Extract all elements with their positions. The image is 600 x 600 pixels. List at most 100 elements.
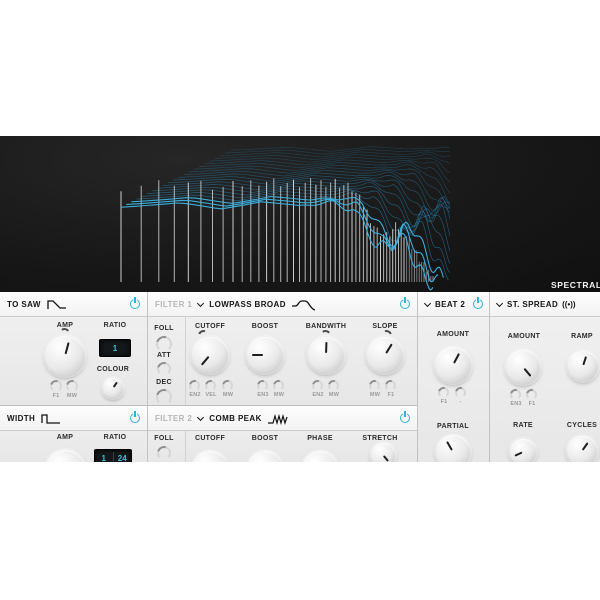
filter1-type-selector[interactable]: LOWPASS BROAD: [209, 300, 286, 309]
filter1-header: FILTER 1 LOWPASS BROAD: [148, 292, 417, 317]
saw-wave-icon: [46, 298, 68, 311]
foll-label: FOLL: [148, 325, 180, 332]
to-saw-title: TO SAW: [7, 300, 41, 309]
beat2-selector[interactable]: BEAT 2: [435, 300, 465, 309]
mod-knob[interactable]: [312, 380, 323, 391]
cycles-label: CYCLES: [557, 422, 600, 429]
mod-label: F1: [524, 401, 540, 407]
bandwith-knob[interactable]: [308, 337, 344, 373]
power-icon[interactable]: [130, 299, 140, 309]
power-icon[interactable]: [400, 413, 410, 423]
panel-filter2: FILTER 2 COMB PEAK FOLL CUTOFF BOOST PHA…: [148, 405, 418, 462]
mod-label: F1: [48, 393, 64, 399]
mod-knob[interactable]: [510, 389, 521, 400]
mod-knob[interactable]: [222, 380, 233, 391]
ratio-label: RATIO: [90, 322, 140, 329]
filter2-kind-label: FILTER 2: [155, 414, 192, 423]
top-rack: GLIDE AUTO RANDOM SPECTRAL CLIP F SAFE B…: [0, 136, 600, 292]
amp-knob[interactable]: [45, 336, 85, 376]
power-icon[interactable]: [130, 413, 140, 423]
mod-knob-f1[interactable]: [50, 380, 62, 392]
amount-label: AMOUNT: [499, 333, 549, 340]
width-title: WIDTH: [7, 414, 35, 423]
boost-knob[interactable]: [247, 451, 283, 462]
st-spread-selector[interactable]: ST. SPREAD: [507, 300, 558, 309]
mod-label: -: [455, 399, 466, 405]
partial-knob[interactable]: [436, 435, 470, 462]
ramp-label: RAMP: [557, 333, 600, 340]
stereo-spread-icon: ((•)): [562, 300, 575, 309]
amount-knob[interactable]: [435, 347, 471, 383]
power-icon[interactable]: [473, 299, 483, 309]
mod-label: MW: [217, 392, 239, 398]
spectral-visualizer: [105, 142, 450, 292]
foll-knob[interactable]: [156, 336, 172, 352]
amount-label: AMOUNT: [428, 331, 478, 338]
ratio-display[interactable]: 1 24: [94, 449, 132, 462]
mod-knob-mw[interactable]: [66, 380, 78, 392]
mod-knob[interactable]: [257, 380, 268, 391]
mod-knob[interactable]: [455, 387, 466, 398]
rate-label: RATE: [498, 422, 548, 429]
ratio-value-left: 1: [95, 454, 113, 463]
foll-knob[interactable]: [157, 446, 171, 460]
phase-label: PHASE: [296, 435, 344, 442]
plugin-window: GLIDE AUTO RANDOM SPECTRAL CLIP F SAFE B…: [0, 0, 600, 600]
dec-label: DEC: [148, 379, 180, 386]
boost-knob[interactable]: [247, 337, 283, 373]
comb-curve-icon: [267, 412, 293, 425]
filter2-header: FILTER 2 COMB PEAK: [148, 406, 417, 431]
mod-label: MW: [268, 392, 290, 398]
mod-knob[interactable]: [273, 380, 284, 391]
cutoff-label: CUTOFF: [186, 323, 234, 330]
cutoff-knob[interactable]: [192, 451, 228, 462]
rate-knob[interactable]: [510, 439, 536, 462]
mod-knob[interactable]: [438, 387, 449, 398]
phase-knob[interactable]: [302, 451, 338, 462]
chevron-down-icon[interactable]: [197, 415, 204, 422]
mod-knob[interactable]: [205, 380, 216, 391]
panel-st-spread: ST. SPREAD ((•)) AMOUNT RAMP EN3 F1 RATE…: [490, 292, 600, 462]
colour-label: COLOUR: [88, 366, 138, 373]
filter1-kind-label: FILTER 1: [155, 300, 192, 309]
stretch-knob[interactable]: [371, 443, 395, 462]
bandwith-label: BANDWITH: [296, 323, 356, 330]
mod-label: MW: [323, 392, 345, 398]
att-label: ATT: [148, 352, 180, 359]
cutoff-label: CUTOFF: [186, 435, 234, 442]
ratio-display[interactable]: 1: [99, 339, 131, 357]
amp-knob[interactable]: [45, 450, 85, 462]
beat2-header: BEAT 2: [418, 292, 489, 317]
mod-knob[interactable]: [526, 389, 537, 400]
mod-knob[interactable]: [189, 380, 200, 391]
slope-knob[interactable]: [367, 337, 403, 373]
to-saw-header: TO SAW: [0, 292, 147, 317]
chevron-down-icon[interactable]: [496, 301, 503, 308]
ratio-label: RATIO: [90, 434, 140, 441]
ramp-knob[interactable]: [568, 351, 598, 381]
chevron-down-icon[interactable]: [197, 301, 204, 308]
panel-beat2: BEAT 2 AMOUNT F1 - PARTIAL: [418, 292, 490, 462]
width-header: WIDTH: [0, 406, 147, 431]
mod-label: F1: [437, 399, 451, 405]
cycles-knob[interactable]: [567, 436, 597, 462]
panel-to-saw: TO SAW AMP RATIO 1 F1 MW COLOUR: [0, 292, 148, 405]
pulse-wave-icon: [40, 412, 62, 425]
colour-knob[interactable]: [103, 378, 123, 398]
cutoff-knob[interactable]: [192, 337, 228, 373]
ratio-value-right: 24: [114, 454, 132, 463]
dec-knob[interactable]: [156, 389, 172, 405]
amount-knob[interactable]: [506, 350, 540, 384]
att-knob[interactable]: [157, 362, 171, 376]
ratio-value: 1: [100, 344, 130, 353]
mod-knob[interactable]: [385, 380, 396, 391]
partial-label: PARTIAL: [423, 423, 483, 430]
mod-knob[interactable]: [369, 380, 380, 391]
boost-label: BOOST: [241, 435, 289, 442]
amp-label: AMP: [40, 434, 90, 441]
filter2-type-selector[interactable]: COMB PEAK: [209, 414, 262, 423]
mod-knob[interactable]: [328, 380, 339, 391]
chevron-down-icon[interactable]: [424, 301, 431, 308]
power-icon[interactable]: [400, 299, 410, 309]
mod-label: MW: [64, 393, 80, 399]
